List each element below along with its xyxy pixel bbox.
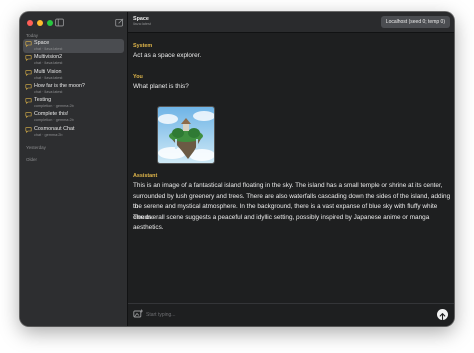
system-message: Act as a space explorer.	[133, 52, 202, 59]
arrow-up-icon	[439, 313, 446, 321]
sidebar: Today Space chat · llava:latest Multivis…	[20, 12, 128, 326]
chat-bubble-icon	[25, 41, 32, 47]
chat-list: Space chat · llava:latest Multivision2 c…	[23, 39, 124, 139]
system-label: System	[133, 43, 153, 49]
model-settings-button[interactable]: Localhost (seed 0; temp 0)	[380, 16, 450, 28]
chat-item-testing[interactable]: Testing completion · gemma:2b	[23, 96, 124, 110]
chat-item-title: How far is the moon?	[34, 82, 85, 89]
message-input[interactable]: Start typing...	[146, 312, 175, 318]
chat-item-subtitle: completion · gemma:2b	[34, 104, 74, 109]
chat-item-title: Space	[34, 40, 50, 46]
section-yesterday: Yesterday	[26, 145, 46, 150]
chat-bubble-icon	[25, 69, 32, 76]
chat-item-subtitle: chat · llava:latest	[34, 47, 63, 51]
user-message: What planet is this?	[133, 83, 189, 90]
conversation-pane: Space llava:latest Localhost (seed 0; te…	[128, 12, 454, 326]
assistant-label: Assistant	[133, 173, 158, 179]
conversation-model: llava:latest	[133, 22, 151, 26]
chat-item-cosmonaut[interactable]: Cosmonaut Chat chat · gemma:2b	[23, 125, 124, 139]
chat-item-space[interactable]: Space chat · llava:latest	[23, 39, 124, 54]
floating-island-image	[158, 107, 214, 163]
chat-item-title: Multi Vision	[34, 68, 62, 75]
chat-item-title: Complete this!	[34, 111, 69, 118]
assistant-message-line-4: The overall scene suggests a peaceful an…	[133, 213, 430, 232]
chat-item-subtitle: chat · llava:latest	[34, 61, 63, 66]
attach-image-icon[interactable]	[133, 309, 143, 319]
section-today: Today	[26, 33, 39, 38]
chat-bubble-icon	[25, 55, 32, 62]
send-button[interactable]	[437, 309, 448, 321]
message-input-bar: Start typing...	[128, 303, 454, 326]
chat-bubble-icon	[25, 127, 32, 133]
chat-item-multi-vision[interactable]: Multi Vision chat · llava:latest	[23, 68, 124, 82]
close-window-button[interactable]	[27, 20, 33, 26]
chat-bubble-icon	[25, 98, 32, 105]
attached-image	[157, 106, 215, 164]
minimize-window-button[interactable]	[37, 20, 43, 26]
chat-bubble-icon	[25, 112, 32, 119]
section-older: Older	[26, 157, 38, 162]
chat-item-title: Testing	[34, 97, 52, 104]
chat-item-title: Multivision2	[34, 54, 63, 61]
chat-item-complete-this[interactable]: Complete this! completion · gemma:2b	[23, 110, 124, 124]
chat-item-multivision2[interactable]: Multivision2 chat · llava:latest	[23, 53, 124, 67]
chat-item-subtitle: completion · gemma:2b	[34, 118, 74, 123]
chat-item-subtitle: chat · gemma:2b	[34, 132, 63, 137]
compose-icon[interactable]	[115, 18, 124, 27]
chat-item-title: Cosmonaut Chat	[34, 125, 75, 132]
assistant-message-line-1: This is an image of a fantastical island…	[133, 182, 443, 189]
sidebar-toggle-icon[interactable]	[55, 18, 64, 27]
chat-item-moon[interactable]: How far is the moon? chat · llava:latest	[23, 82, 124, 96]
chat-item-subtitle: chat · llava:latest	[34, 75, 63, 80]
zoom-window-button[interactable]	[47, 20, 53, 26]
user-label: You	[133, 74, 143, 80]
window-controls	[27, 20, 53, 26]
app-window: Today Space chat · llava:latest Multivis…	[20, 12, 454, 326]
conversation-header: Space llava:latest Localhost (seed 0; te…	[128, 12, 454, 33]
chat-bubble-icon	[25, 84, 32, 90]
chat-item-subtitle: chat · llava:latest	[34, 89, 63, 94]
